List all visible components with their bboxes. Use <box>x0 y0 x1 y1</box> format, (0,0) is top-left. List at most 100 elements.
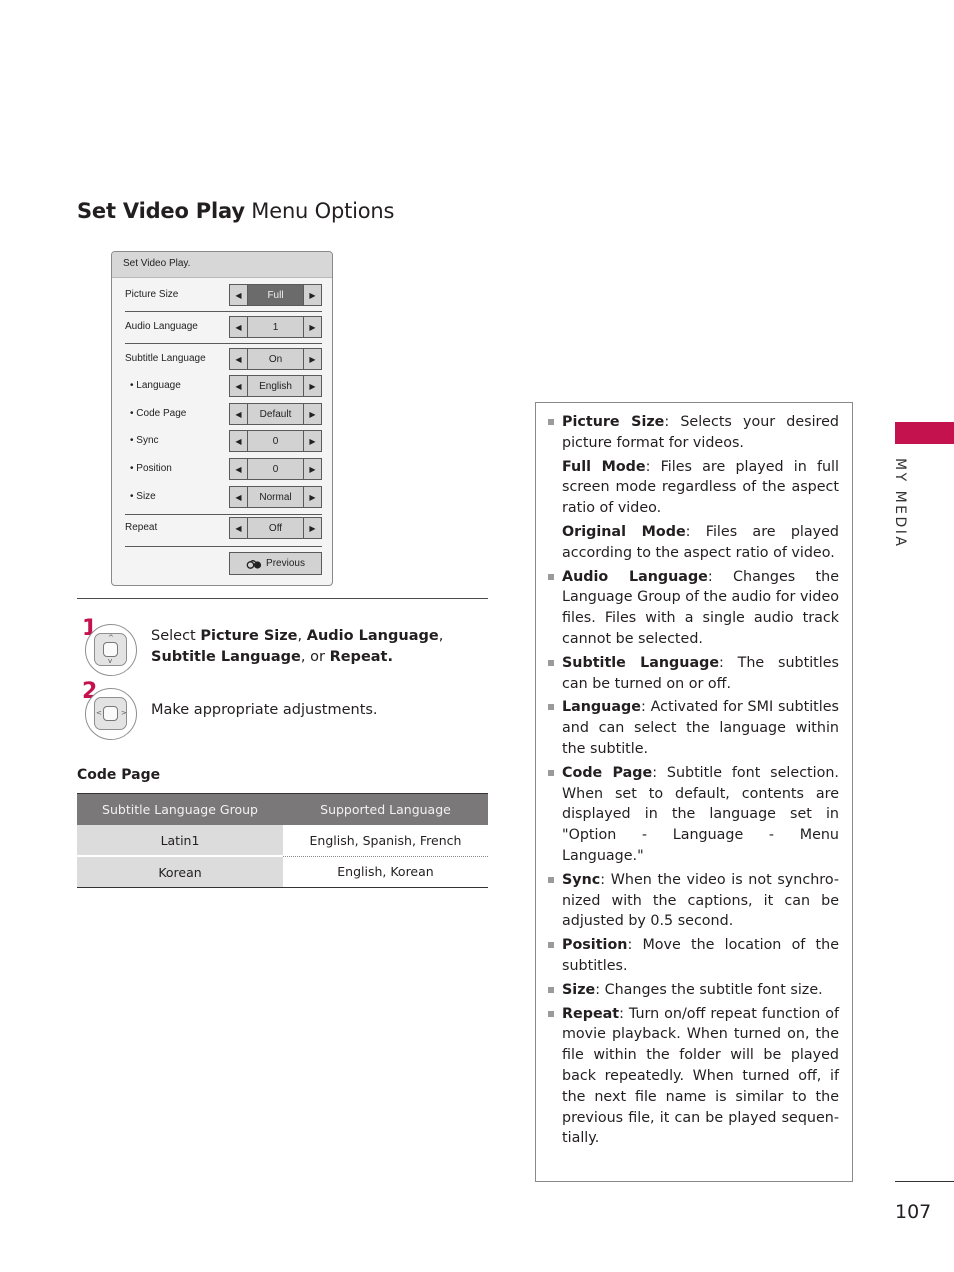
right-arrow-icon: > <box>121 709 127 717</box>
value-selector[interactable]: ◀ 0 ▶ <box>229 430 322 452</box>
description-text: Audio Language: Changes the Language Gro… <box>562 567 839 650</box>
left-arrow-icon[interactable]: ◀ <box>230 487 248 507</box>
value-selector[interactable]: ◀ Default ▶ <box>229 403 322 425</box>
table-row: Korean English, Korean <box>77 856 488 888</box>
right-arrow-icon[interactable]: ▶ <box>303 317 321 337</box>
value-selector[interactable]: ◀ Off ▶ <box>229 517 322 539</box>
description-text: Sync: When the video is not synchro-nize… <box>562 870 839 932</box>
right-arrow-icon[interactable]: ▶ <box>303 376 321 396</box>
code-page-heading: Code Page <box>77 767 161 783</box>
remote-up-down-icon: ^ v <box>85 624 137 676</box>
menu-row-label: • Position <box>130 463 172 474</box>
menu-row-label: • Language <box>130 380 181 391</box>
remote-left-right-icon: < > <box>85 688 137 740</box>
step-1-text: Select Picture Size, Audio Language, Sub… <box>151 626 443 668</box>
description-term: Repeat <box>562 1005 620 1022</box>
right-arrow-icon[interactable]: ▶ <box>303 487 321 507</box>
menu-title: Set Video Play. <box>123 258 191 269</box>
bold-term: Audio Language <box>306 628 439 644</box>
description-item: Audio Language: Changes the Language Gro… <box>548 567 839 650</box>
menu-row[interactable]: • Sync ◀ 0 ▶ <box>112 430 332 452</box>
value-selector[interactable]: ◀ 0 ▶ <box>229 458 322 480</box>
description-item: Picture Size: Selects your desired pictu… <box>548 412 839 564</box>
left-arrow-icon[interactable]: ◀ <box>230 459 248 479</box>
menu-row-label: • Code Page <box>130 408 187 419</box>
section-label: MY MEDIA <box>892 458 908 549</box>
table-header-row: Subtitle Language Group Supported Langua… <box>77 793 488 825</box>
square-bullet-icon <box>548 573 554 580</box>
menu-header: Set Video Play. <box>112 252 332 278</box>
bold-term: Repeat. <box>329 649 393 665</box>
table-cell: Latin1 <box>77 825 283 857</box>
description-text: Language: Activated for SMI subtitles an… <box>562 697 839 759</box>
selector-value: Off <box>268 522 283 534</box>
left-arrow-icon[interactable]: ◀ <box>230 376 248 396</box>
menu-row-label: • Sync <box>130 435 159 446</box>
description-term: Language <box>562 699 641 716</box>
text-run: , <box>438 628 444 644</box>
description-term: Position <box>562 937 628 954</box>
description-subitem: Original Mode: Files are played accordin… <box>562 522 839 564</box>
description-term: Code Page <box>562 764 653 781</box>
left-arrow-icon[interactable]: ◀ <box>230 404 248 424</box>
value-selector[interactable]: ◀ 1 ▶ <box>229 316 322 338</box>
previous-label: Previous <box>266 558 305 569</box>
menu-row[interactable]: Picture Size ◀ Full ▶ <box>112 284 332 306</box>
text-run: Select <box>151 628 201 644</box>
right-arrow-icon[interactable]: ▶ <box>303 285 321 305</box>
bold-term: Picture Size <box>200 628 298 644</box>
square-bullet-icon <box>548 704 554 711</box>
menu-row[interactable]: Repeat ◀ Off ▶ <box>112 517 332 539</box>
right-arrow-icon[interactable]: ▶ <box>303 349 321 369</box>
square-bullet-icon <box>548 876 554 883</box>
selector-value: Default <box>259 408 292 420</box>
menu-row[interactable]: Audio Language ◀ 1 ▶ <box>112 316 332 338</box>
selector-value: 1 <box>272 321 279 333</box>
remote-ok-button <box>103 642 118 657</box>
right-arrow-icon[interactable]: ▶ <box>303 404 321 424</box>
value-selector[interactable]: ◀ English ▶ <box>229 375 322 397</box>
square-bullet-icon <box>548 986 554 993</box>
value-selector[interactable]: ◀ On ▶ <box>229 348 322 370</box>
value-selector[interactable]: ◀ Normal ▶ <box>229 486 322 508</box>
return-icon <box>246 559 262 569</box>
set-video-play-menu: Set Video Play. Picture Size ◀ Full ▶ Audio … <box>111 251 333 586</box>
menu-row[interactable]: Subtitle Language ◀ On ▶ <box>112 348 332 370</box>
remote-dpad: < > <box>94 697 127 730</box>
left-arrow-icon[interactable]: ◀ <box>230 285 248 305</box>
down-arrow-icon: v <box>108 657 113 665</box>
left-arrow-icon[interactable]: ◀ <box>230 317 248 337</box>
right-arrow-icon[interactable]: ▶ <box>303 518 321 538</box>
menu-row-label: • Size <box>130 491 156 502</box>
menu-divider <box>125 311 322 312</box>
menu-row[interactable]: • Position ◀ 0 ▶ <box>112 458 332 480</box>
previous-button[interactable]: Previous <box>229 552 322 575</box>
left-arrow-icon[interactable]: ◀ <box>230 431 248 451</box>
page-number: 107 <box>895 1201 932 1223</box>
description-text: Size: Changes the subtitle font size. <box>562 980 839 1001</box>
right-arrow-icon[interactable]: ▶ <box>303 431 321 451</box>
page-title-regular: Menu Options <box>244 199 395 223</box>
bold-term: Subtitle Language <box>151 649 301 665</box>
description-item: Subtitle Language: The subtitles can be … <box>548 653 839 695</box>
description-body: : Changes the subtitle font size. <box>595 981 823 998</box>
step-1-line-1: Select Picture Size, Audio Language, <box>151 626 443 647</box>
description-term: Full Mode <box>562 458 646 475</box>
value-selector[interactable]: ◀ Full ▶ <box>229 284 322 306</box>
text-run: , or <box>300 649 330 665</box>
menu-row[interactable]: • Code Page ◀ Default ▶ <box>112 403 332 425</box>
description-list: Picture Size: Selects your desired pictu… <box>548 412 839 1152</box>
menu-row[interactable]: • Language ◀ English ▶ <box>112 375 332 397</box>
page-number-rule <box>895 1181 954 1182</box>
left-arrow-icon[interactable]: ◀ <box>230 518 248 538</box>
menu-row-label: Repeat <box>125 522 158 533</box>
section-tab-marker <box>895 422 954 444</box>
square-bullet-icon <box>548 419 554 425</box>
left-arrow-icon[interactable]: ◀ <box>230 349 248 369</box>
menu-row[interactable]: • Size ◀ Normal ▶ <box>112 486 332 508</box>
selector-value: English <box>259 380 292 392</box>
right-arrow-icon[interactable]: ▶ <box>303 459 321 479</box>
description-text: Code Page: Subtitle font selection. When… <box>562 763 839 867</box>
menu-row-label: Subtitle Language <box>125 353 206 364</box>
up-arrow-icon: ^ <box>108 634 114 642</box>
